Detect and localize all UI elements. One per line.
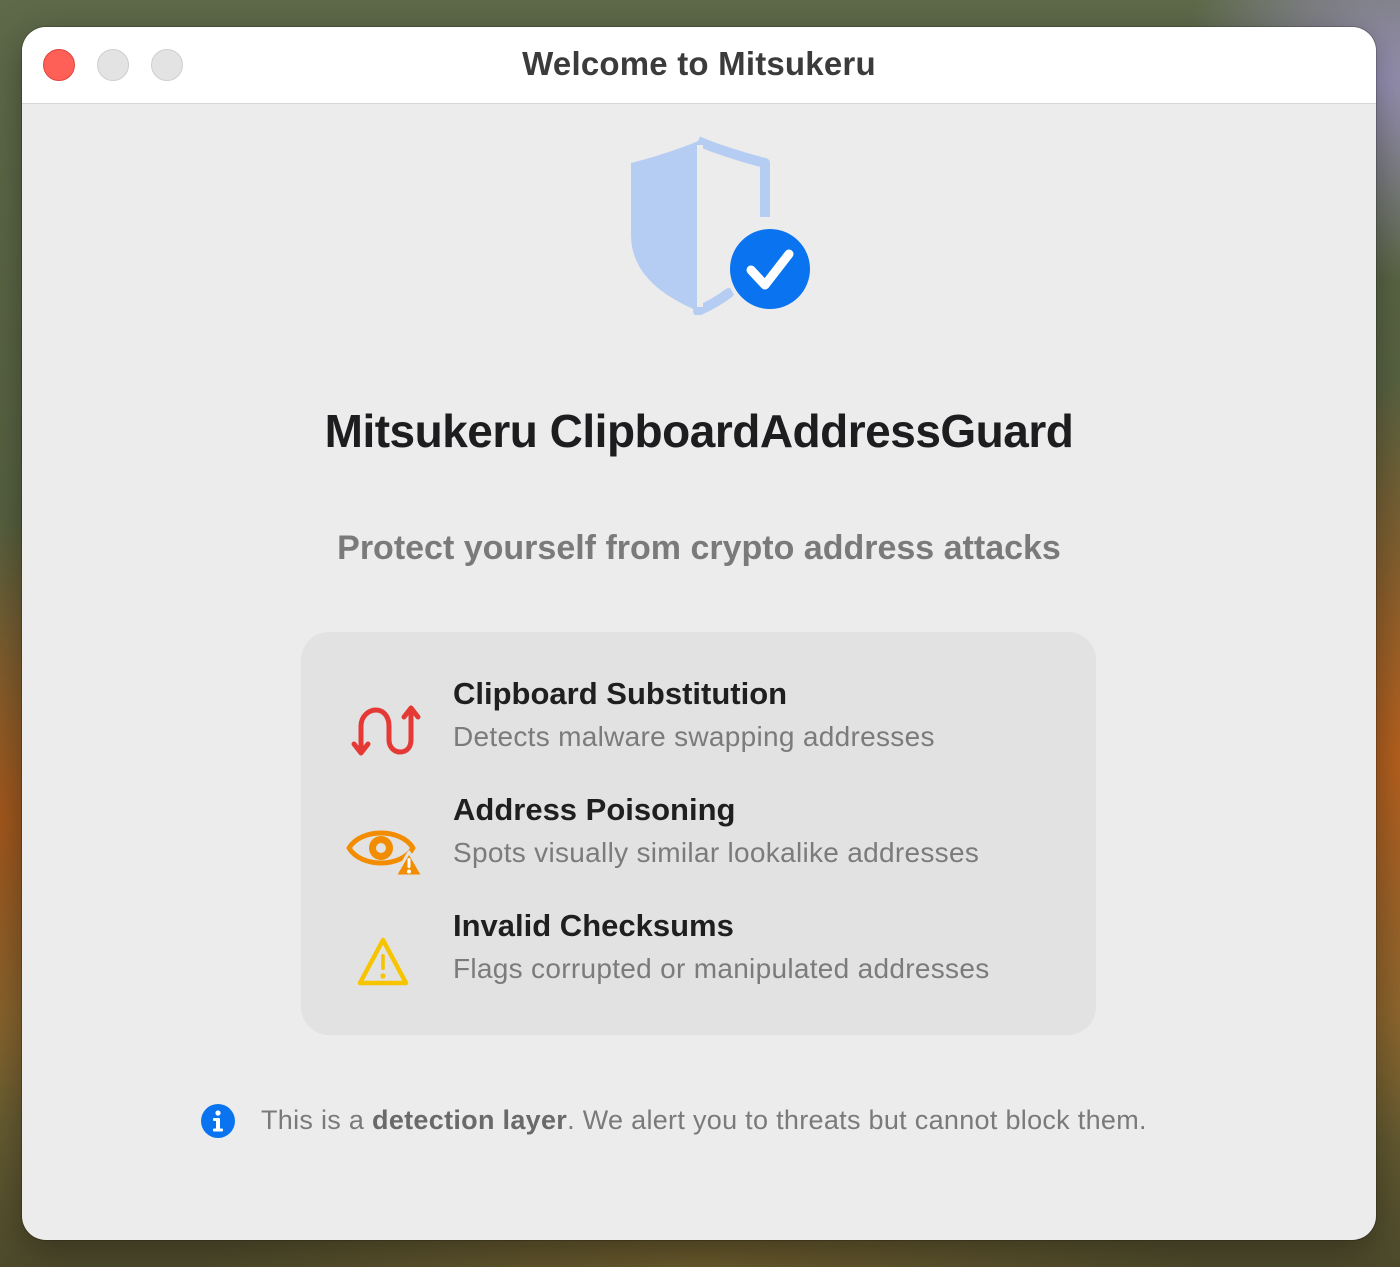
warning-triangle-icon [357, 937, 409, 986]
feature-title: Address Poisoning [453, 792, 736, 827]
features-card: Clipboard Substitution Detects malware s… [301, 632, 1096, 1035]
feature-description: Detects malware swapping addresses [453, 721, 935, 752]
feature-clipboard-substitution: Clipboard Substitution Detects malware s… [301, 676, 1096, 776]
eye-warning-icon [346, 830, 423, 878]
info-icon [201, 1104, 235, 1138]
welcome-window: Welcome to Mitsukeru Mitsukeru Clipboard… [22, 27, 1376, 1240]
feature-title: Invalid Checksums [453, 908, 734, 943]
arrow-swap-icon [351, 705, 421, 756]
window-title: Welcome to Mitsukeru [522, 45, 876, 82]
tagline: Protect yourself from crypto address att… [337, 529, 1061, 567]
feature-description: Spots visually similar lookalike address… [453, 837, 980, 868]
note-text: This is a detection layer. We alert you … [261, 1105, 1147, 1135]
feature-title: Clipboard Substitution [453, 676, 788, 711]
title-bar: Welcome to Mitsukeru [22, 27, 1376, 104]
shield-check-icon [631, 136, 814, 315]
app-name-heading: Mitsukeru ClipboardAddressGuard [324, 405, 1074, 457]
feature-description: Flags corrupted or manipulated addresses [453, 953, 990, 984]
feature-address-poisoning: Address Poisoning Spots visually similar… [301, 792, 1096, 892]
feature-invalid-checksums: Invalid Checksums Flags corrupted or man… [301, 908, 1096, 1008]
